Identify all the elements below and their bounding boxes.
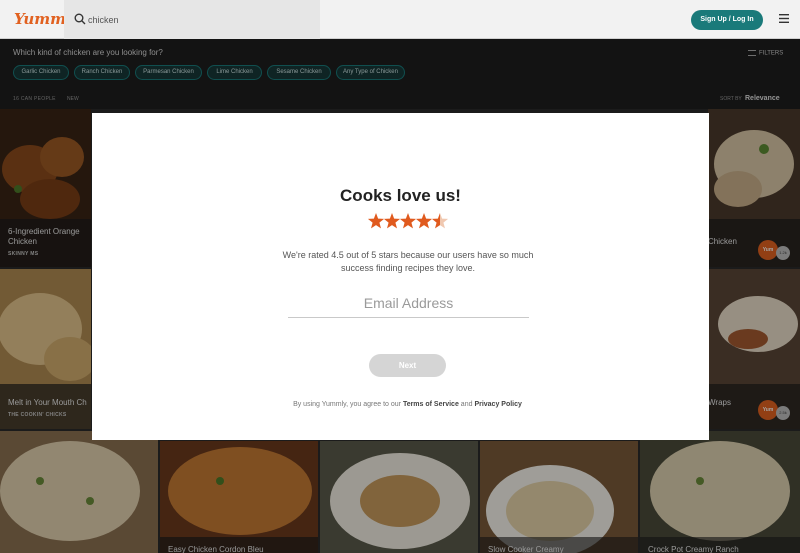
hamburger-menu-icon[interactable] [779, 14, 789, 23]
star-rating [367, 213, 449, 229]
signup-modal: Cooks love us! We're rated 4.5 out of 5 … [92, 113, 709, 440]
star-icon [399, 213, 417, 229]
star-icon [383, 213, 401, 229]
next-button[interactable]: Next [369, 354, 446, 377]
terms-prefix: By using Yummly, you agree to our [293, 401, 401, 408]
signup-login-button[interactable]: Sign Up / Log In [691, 10, 763, 30]
star-icon [431, 213, 449, 229]
star-icon [367, 213, 385, 229]
terms-and: and [460, 401, 473, 408]
email-field[interactable] [288, 289, 529, 318]
modal-description: We're rated 4.5 out of 5 stars because o… [282, 250, 534, 273]
star-icon [415, 213, 433, 229]
modal-title: Cooks love us! [340, 186, 461, 205]
search-icon [74, 13, 86, 25]
search-input[interactable] [88, 12, 308, 28]
terms-of-service-link[interactable]: Terms of Service [403, 401, 459, 408]
terms-text: By using Yummly, you agree to our Terms … [92, 401, 723, 408]
privacy-policy-link[interactable]: Privacy Policy [474, 401, 521, 408]
